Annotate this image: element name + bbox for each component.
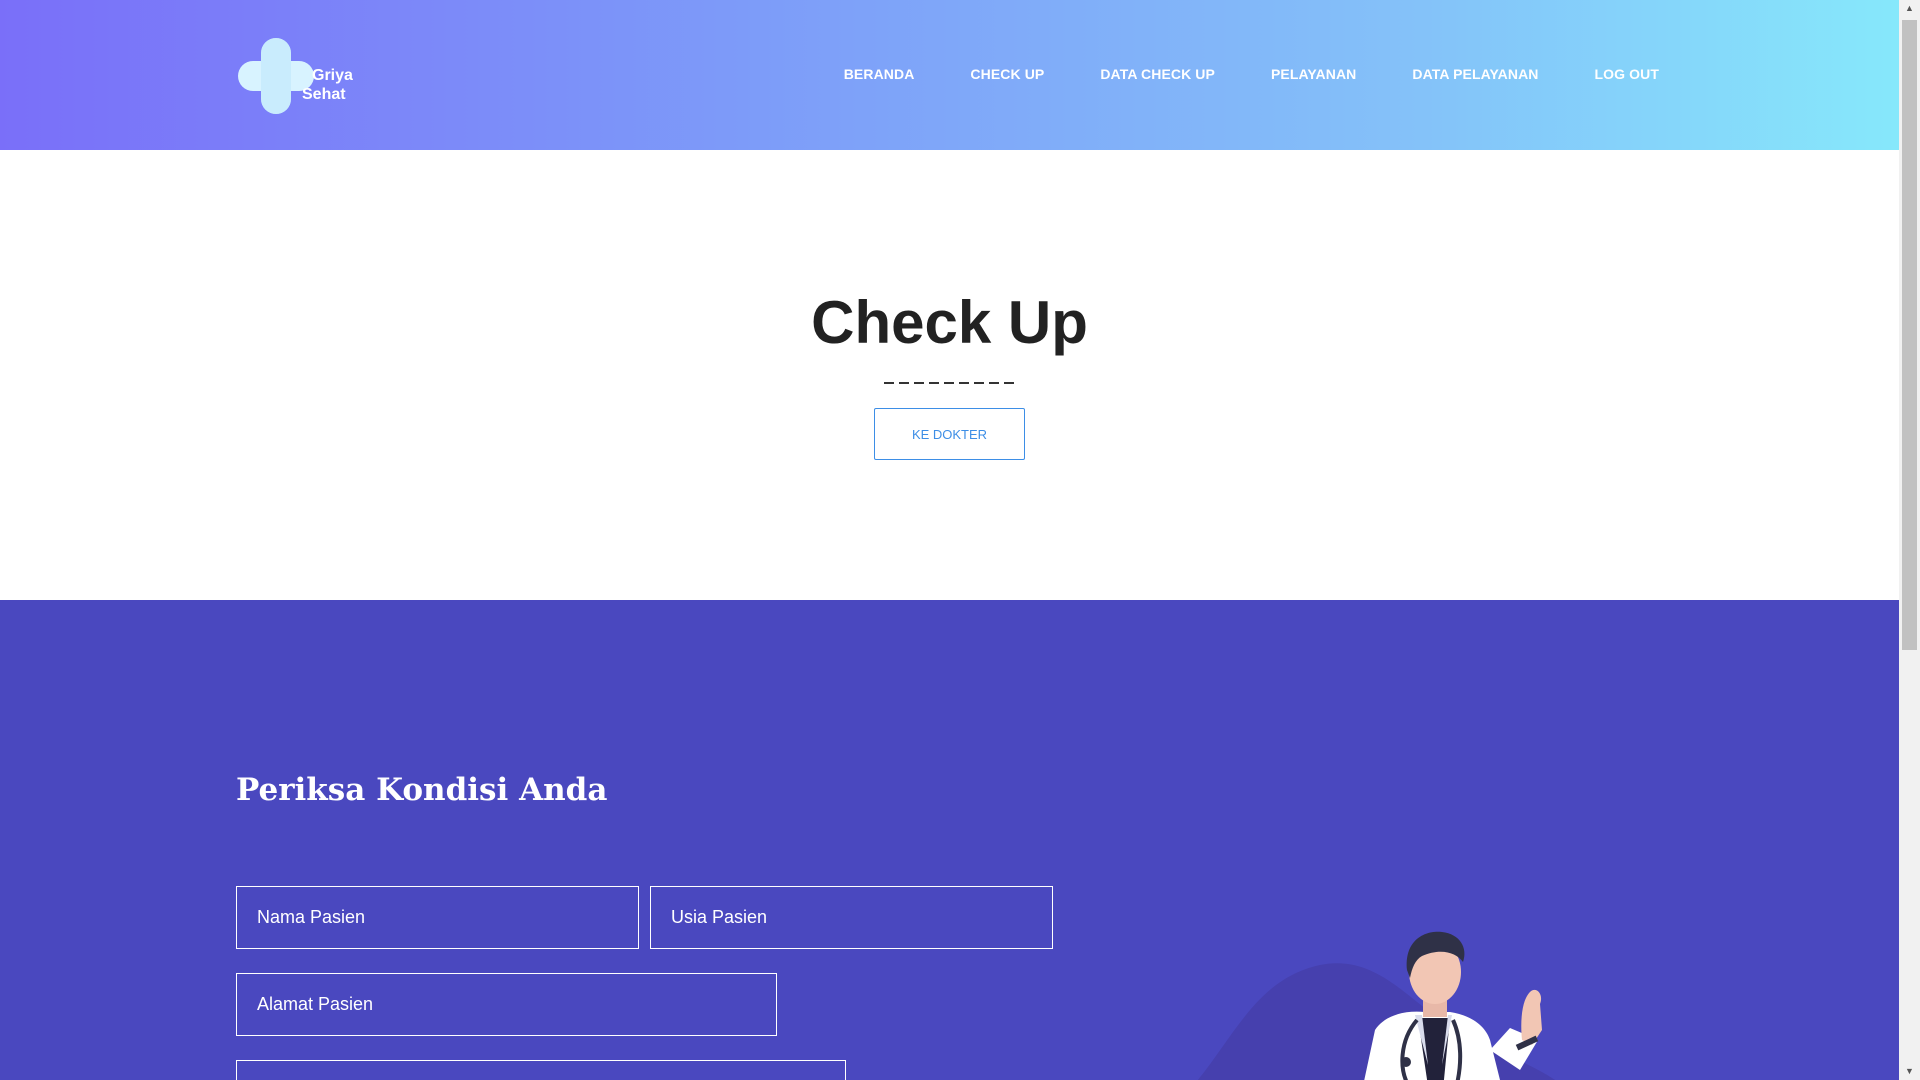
brand-logo[interactable]: Griya Sehat	[236, 36, 376, 116]
ke-dokter-button[interactable]: KE DOKTER	[874, 408, 1025, 460]
nav-check-up[interactable]: CHECK UP	[970, 66, 1044, 82]
alamat-pasien-input[interactable]	[236, 973, 777, 1036]
title-divider	[884, 382, 1016, 384]
page-scrollbar[interactable]: ▲ ▼	[1899, 0, 1920, 1080]
site-header: Griya Sehat BERANDA CHECK UP DATA CHECK …	[0, 0, 1899, 150]
page-title: Check Up	[811, 289, 1088, 356]
nav-beranda[interactable]: BERANDA	[844, 66, 915, 82]
brand-line-2: Sehat	[302, 86, 346, 103]
triangle-up-icon[interactable]: ▲	[1899, 0, 1920, 17]
brand-line-1: Griya	[312, 67, 353, 84]
form-title: Periksa Kondisi Anda	[236, 772, 608, 808]
nav-data-check-up[interactable]: DATA CHECK UP	[1100, 66, 1215, 82]
nama-pasien-input[interactable]	[236, 886, 639, 949]
triangle-down-icon[interactable]: ▼	[1899, 1063, 1920, 1080]
scroll-thumb[interactable]	[1902, 20, 1917, 650]
usia-pasien-input[interactable]	[650, 886, 1053, 949]
nav-data-pelayanan[interactable]: DATA PELAYANAN	[1412, 66, 1538, 82]
checkup-form-section: Periksa Kondisi Anda	[0, 600, 1899, 1080]
nav-pelayanan[interactable]: PELAYANAN	[1271, 66, 1356, 82]
brand-name: Griya Sehat	[302, 66, 353, 104]
doctor-illustration	[1197, 931, 1555, 1080]
medical-cross-icon	[238, 38, 314, 114]
nav-log-out[interactable]: LOG OUT	[1595, 66, 1659, 82]
additional-input[interactable]	[236, 1060, 846, 1080]
main-nav: BERANDA CHECK UP DATA CHECK UP PELAYANAN…	[844, 66, 1659, 82]
